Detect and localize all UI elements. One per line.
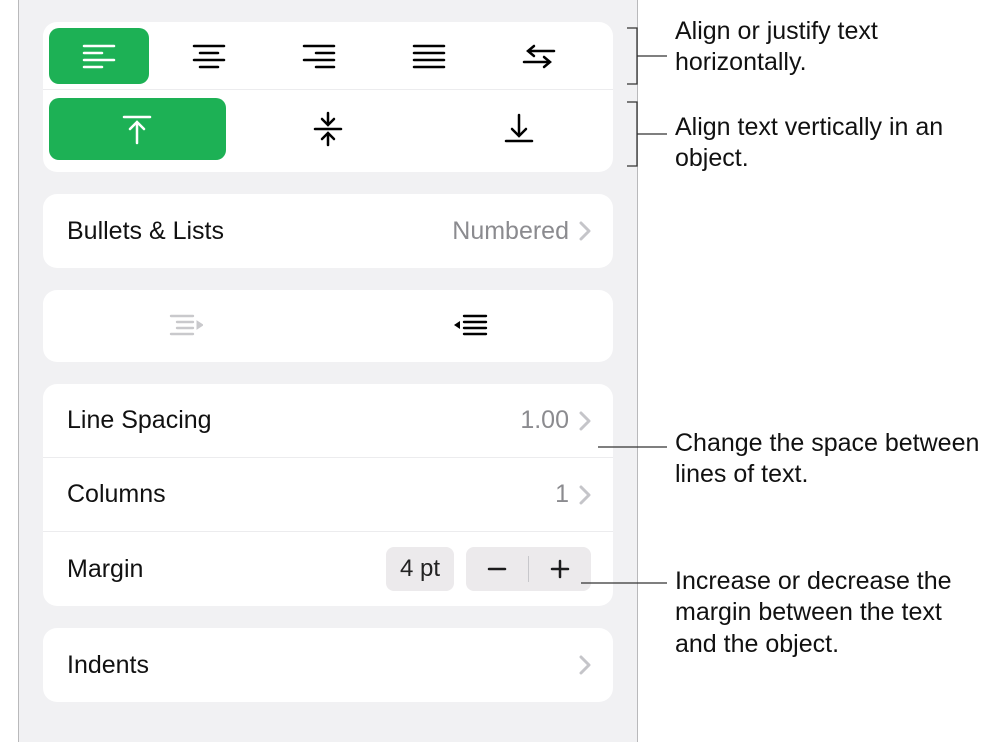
align-left-button[interactable]: [49, 28, 149, 84]
format-panel: Bullets & Lists Numbered: [18, 0, 638, 742]
chevron-right-icon: [579, 221, 591, 241]
callout-h-align: Align or justify text horizontally.: [675, 16, 975, 79]
chevron-right-icon: [579, 655, 591, 675]
callout-v-align: Align text vertically in an object.: [675, 112, 975, 175]
minus-icon: [486, 558, 508, 580]
align-justify-icon: [412, 43, 446, 69]
plus-icon: [549, 558, 571, 580]
outdent-button[interactable]: [43, 290, 328, 362]
margin-value: 4 pt: [386, 547, 454, 591]
horizontal-alignment-row: [43, 22, 613, 90]
spacing-card: Line Spacing 1.00 Columns 1 Margin 4 pt: [43, 384, 613, 606]
align-right-icon: [302, 43, 336, 69]
chevron-right-icon: [579, 485, 591, 505]
vertical-alignment-row: [43, 90, 613, 172]
text-direction-icon: [522, 43, 556, 69]
alignment-card: [43, 22, 613, 172]
bullets-card: Bullets & Lists Numbered: [43, 194, 613, 268]
callout-margin: Increase or decrease the margin between …: [675, 566, 985, 660]
indents-row[interactable]: Indents: [43, 628, 613, 702]
line-spacing-label: Line Spacing: [67, 406, 212, 435]
text-direction-button[interactable]: [489, 28, 589, 84]
margin-increase-button[interactable]: [529, 547, 591, 591]
bullets-value: Numbered: [452, 217, 569, 246]
align-justify-button[interactable]: [379, 28, 479, 84]
chevron-right-icon: [579, 411, 591, 431]
line-spacing-row[interactable]: Line Spacing 1.00: [43, 384, 613, 458]
indents-label: Indents: [67, 651, 149, 680]
line-spacing-value: 1.00: [520, 406, 569, 435]
bullets-row[interactable]: Bullets & Lists Numbered: [43, 194, 613, 268]
margin-label: Margin: [67, 555, 143, 584]
columns-row[interactable]: Columns 1: [43, 458, 613, 532]
margin-stepper: 4 pt: [386, 547, 591, 591]
indent-icon: [454, 313, 488, 339]
indent-button[interactable]: [328, 290, 613, 362]
margin-row: Margin 4 pt: [43, 532, 613, 606]
columns-label: Columns: [67, 480, 166, 509]
outdent-icon: [169, 313, 203, 339]
valign-top-icon: [122, 113, 152, 145]
bullets-label: Bullets & Lists: [67, 217, 224, 246]
columns-value: 1: [555, 480, 569, 509]
align-center-icon: [192, 43, 226, 69]
valign-bottom-button[interactable]: [430, 98, 607, 160]
align-right-button[interactable]: [269, 28, 369, 84]
margin-decrease-button[interactable]: [466, 547, 528, 591]
indents-card: Indents: [43, 628, 613, 702]
valign-middle-button[interactable]: [240, 98, 417, 160]
valign-top-button[interactable]: [49, 98, 226, 160]
align-center-button[interactable]: [159, 28, 259, 84]
callout-line-spacing: Change the space between lines of text.: [675, 428, 985, 491]
valign-middle-icon: [313, 111, 343, 147]
indent-buttons-card: [43, 290, 613, 362]
valign-bottom-icon: [504, 113, 534, 145]
align-left-icon: [82, 43, 116, 69]
